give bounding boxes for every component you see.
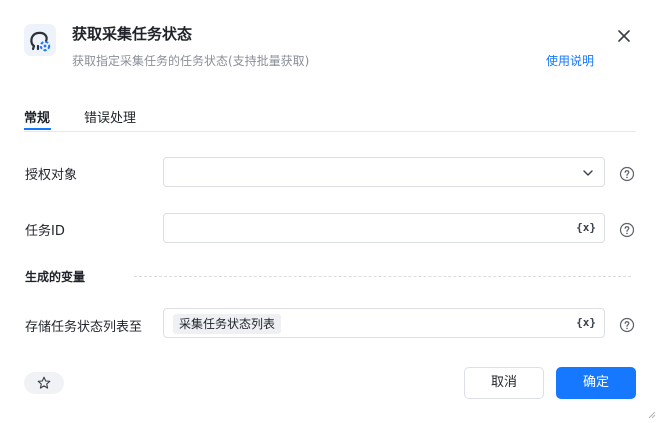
auth-object-select[interactable] bbox=[163, 157, 605, 187]
tab-bar: 常规 错误处理 bbox=[24, 101, 636, 132]
active-tab-indicator bbox=[24, 128, 51, 130]
variable-tag[interactable]: 采集任务状态列表 bbox=[173, 314, 282, 334]
chevron-down-icon bbox=[582, 167, 594, 179]
close-icon[interactable] bbox=[615, 27, 633, 45]
dialog-title: 获取采集任务状态 bbox=[72, 25, 193, 43]
confirm-button[interactable]: 确定 bbox=[556, 367, 636, 399]
variable-icon[interactable]: {x} bbox=[576, 221, 596, 234]
help-circle-icon[interactable] bbox=[619, 222, 635, 238]
store-list-label: 存储任务状态列表至 bbox=[25, 320, 143, 335]
auth-object-label: 授权对象 bbox=[25, 168, 78, 183]
section-divider bbox=[134, 276, 631, 277]
star-icon bbox=[37, 376, 51, 389]
variable-icon[interactable]: {x} bbox=[576, 316, 596, 329]
usage-help-link[interactable]: 使用说明 bbox=[546, 52, 594, 69]
cancel-button[interactable]: 取消 bbox=[464, 367, 544, 399]
output-variables-section-title: 生成的变量 bbox=[25, 270, 86, 284]
store-list-input[interactable]: 采集任务状态列表 {x} bbox=[163, 308, 605, 338]
favorite-button[interactable] bbox=[24, 372, 64, 394]
tab-general[interactable]: 常规 bbox=[24, 107, 50, 126]
help-circle-icon[interactable] bbox=[619, 166, 635, 182]
app-icon bbox=[24, 24, 56, 56]
task-id-input[interactable]: {x} bbox=[163, 213, 605, 243]
resize-grip-icon[interactable] bbox=[646, 409, 656, 419]
help-circle-icon[interactable] bbox=[619, 317, 635, 333]
tab-error-handling[interactable]: 错误处理 bbox=[84, 107, 136, 126]
task-id-label: 任务ID bbox=[25, 224, 65, 239]
dialog-subtitle: 获取指定采集任务的任务状态(支持批量获取) bbox=[72, 54, 310, 68]
